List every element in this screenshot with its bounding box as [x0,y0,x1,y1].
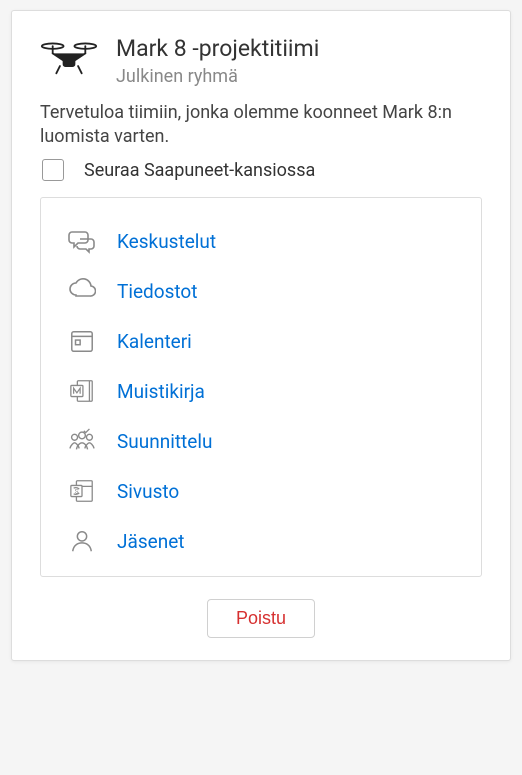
leave-button[interactable]: Poistu [207,599,315,638]
drone-icon [40,35,98,79]
title-block: Mark 8 -projektitiimi Julkinen ryhmä [116,35,482,87]
group-avatar [40,35,98,79]
footer: Poistu [40,599,482,638]
group-description: Tervetuloa tiimiin, jonka olemme koonnee… [40,101,482,150]
files-icon [67,276,97,306]
nav-label: Jäsenet [117,530,184,553]
planner-icon [67,426,97,456]
follow-row: Seuraa Saapuneet-kansiossa [40,159,482,181]
notebook-icon [67,376,97,406]
nav-label: Kalenteri [117,330,192,353]
header: Mark 8 -projektitiimi Julkinen ryhmä [40,35,482,87]
group-card: Mark 8 -projektitiimi Julkinen ryhmä Ter… [11,10,511,661]
nav-item-files[interactable]: Tiedostot [63,266,459,316]
nav-label: Muistikirja [117,380,205,403]
svg-text:S: S [75,488,79,496]
group-subtitle: Julkinen ryhmä [116,66,482,87]
follow-label: Seuraa Saapuneet-kansiossa [84,160,315,181]
site-icon: S [67,476,97,506]
nav-item-conversations[interactable]: Keskustelut [63,216,459,266]
nav-label: Suunnittelu [117,430,212,453]
nav-item-members[interactable]: Jäsenet [63,516,459,566]
conversations-icon [67,226,97,256]
nav-box: Keskustelut Tiedostot Kalenteri [40,197,482,577]
follow-checkbox[interactable] [42,159,64,181]
nav-label: Keskustelut [117,230,216,253]
nav-item-site[interactable]: S Sivusto [63,466,459,516]
nav-item-calendar[interactable]: Kalenteri [63,316,459,366]
group-title: Mark 8 -projektitiimi [116,35,482,64]
nav-label: Tiedostot [117,280,197,303]
nav-item-notebook[interactable]: Muistikirja [63,366,459,416]
members-icon [67,526,97,556]
calendar-icon [67,326,97,356]
nav-label: Sivusto [117,480,179,503]
nav-item-planner[interactable]: Suunnittelu [63,416,459,466]
